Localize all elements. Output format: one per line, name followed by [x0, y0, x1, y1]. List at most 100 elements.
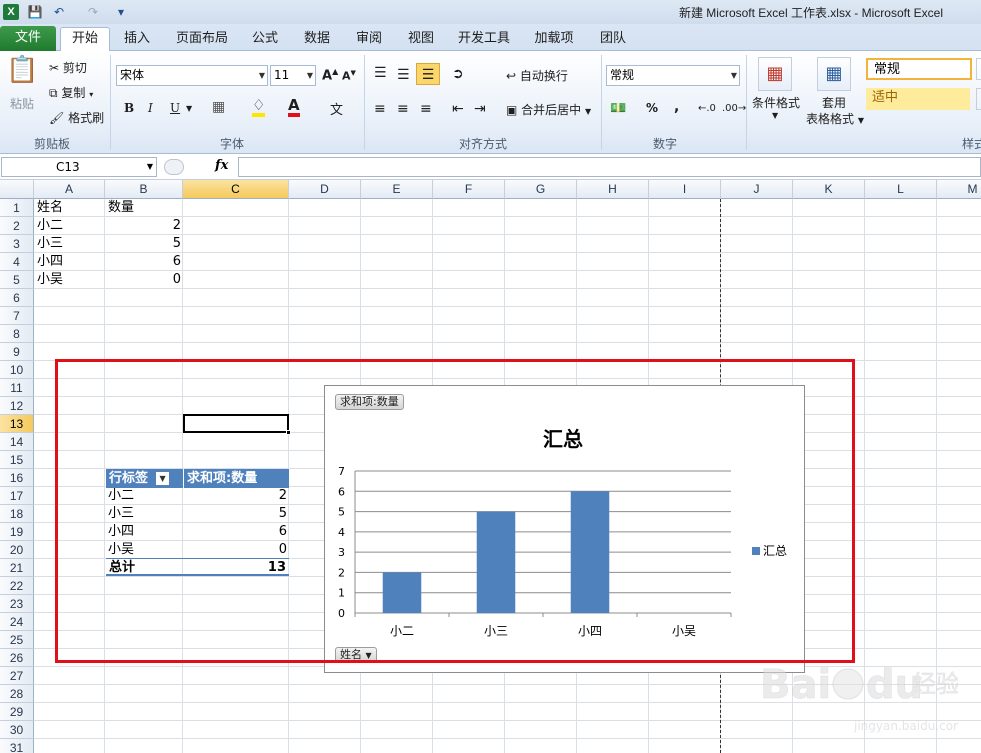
- customize-toolbar-icon[interactable]: ▾: [112, 3, 130, 21]
- undo-icon[interactable]: ↶: [50, 3, 68, 21]
- pivot-row-label-header[interactable]: 行标签 ▼: [106, 469, 183, 488]
- align-center-icon[interactable]: ≡: [397, 101, 409, 117]
- font-color-icon[interactable]: A: [288, 97, 300, 117]
- shrink-font-icon[interactable]: A▼: [342, 69, 356, 83]
- column-header[interactable]: M: [937, 180, 981, 199]
- cell-b2[interactable]: 2: [108, 217, 181, 235]
- style-more-button[interactable]: [976, 58, 981, 80]
- cell-a4[interactable]: 小四: [37, 253, 63, 271]
- grow-font-icon[interactable]: A▲: [322, 67, 338, 83]
- style-normal[interactable]: 常规: [866, 58, 972, 80]
- worksheet-grid[interactable]: A B C D E F G H I J K L M 1 2 3 4 5 6 7 8 9 10 11 1…: [0, 180, 981, 753]
- pivot-row-label-cell[interactable]: 小三: [108, 505, 134, 523]
- row-header[interactable]: 4: [0, 253, 34, 271]
- row-header[interactable]: 19: [0, 523, 34, 541]
- fill-color-icon[interactable]: ♢: [252, 97, 266, 117]
- row-header[interactable]: 8: [0, 325, 34, 343]
- cell-b5[interactable]: 0: [108, 271, 181, 289]
- paste-button[interactable]: 粘贴: [10, 95, 34, 112]
- bold-button[interactable]: B: [124, 101, 134, 115]
- column-header[interactable]: L: [865, 180, 937, 199]
- number-format-combo[interactable]: 常规 ▼: [606, 65, 740, 86]
- cut-button[interactable]: ✂ 剪切: [49, 59, 87, 76]
- pivot-total-row[interactable]: 总计 13: [106, 558, 289, 576]
- row-header[interactable]: 16: [0, 469, 34, 487]
- increase-decimal-icon[interactable]: ←.0: [698, 103, 716, 114]
- tab-page-layout[interactable]: 页面布局: [172, 28, 232, 51]
- wrap-text-button[interactable]: ↩ 自动换行: [506, 67, 568, 84]
- column-header[interactable]: F: [433, 180, 505, 199]
- column-header[interactable]: B: [105, 180, 183, 199]
- column-header[interactable]: K: [793, 180, 865, 199]
- row-header[interactable]: 15: [0, 451, 34, 469]
- row-header[interactable]: 28: [0, 685, 34, 703]
- row-header[interactable]: 31: [0, 739, 34, 753]
- row-header[interactable]: 1: [0, 199, 34, 217]
- row-header[interactable]: 7: [0, 307, 34, 325]
- save-icon[interactable]: 💾: [26, 3, 44, 21]
- copy-button[interactable]: ⧉ 复制 ▾: [49, 84, 93, 101]
- pivot-chart[interactable]: 求和项:数量 姓名 ▼ 汇总 0 1 2 3 4 5 6 7 小二 小三 小四 小吴 汇总: [324, 385, 805, 673]
- style-neutral[interactable]: 适中: [866, 88, 970, 110]
- row-header[interactable]: 20: [0, 541, 34, 559]
- column-header[interactable]: H: [577, 180, 649, 199]
- row-header[interactable]: 11: [0, 379, 34, 397]
- chevron-down-icon[interactable]: ▼: [772, 111, 778, 120]
- row-header[interactable]: 30: [0, 721, 34, 739]
- insert-function-button[interactable]: fx: [215, 158, 228, 173]
- cell-b4[interactable]: 6: [108, 253, 181, 271]
- decrease-decimal-icon[interactable]: .00→: [722, 103, 746, 114]
- paste-icon[interactable]: 📋: [6, 55, 38, 95]
- row-header[interactable]: 23: [0, 595, 34, 613]
- pivot-value-cell[interactable]: 2: [184, 487, 287, 505]
- format-as-table-button[interactable]: 套用: [822, 94, 846, 111]
- column-header[interactable]: A: [34, 180, 105, 199]
- cell-a1[interactable]: 姓名: [37, 199, 63, 217]
- pivot-row-label-cell[interactable]: 小二: [108, 487, 134, 505]
- row-header[interactable]: 13: [0, 415, 34, 433]
- redo-icon[interactable]: ↷: [84, 3, 102, 21]
- row-header[interactable]: 9: [0, 343, 34, 361]
- tab-home[interactable]: 开始: [60, 27, 110, 52]
- tab-developer[interactable]: 开发工具: [452, 28, 516, 51]
- row-header[interactable]: 26: [0, 649, 34, 667]
- row-header[interactable]: 2: [0, 217, 34, 235]
- chevron-down-icon[interactable]: ▼: [186, 104, 192, 113]
- row-header[interactable]: 17: [0, 487, 34, 505]
- row-header[interactable]: 29: [0, 703, 34, 721]
- decrease-indent-icon[interactable]: ⇤: [452, 101, 464, 117]
- column-header[interactable]: E: [361, 180, 433, 199]
- merge-center-button[interactable]: ▣ 合并后居中 ▼: [506, 101, 591, 118]
- cell-a3[interactable]: 小三: [37, 235, 63, 253]
- tab-formulas[interactable]: 公式: [244, 28, 286, 51]
- column-header[interactable]: G: [505, 180, 577, 199]
- italic-button[interactable]: I: [148, 101, 153, 115]
- cell-b1[interactable]: 数量: [108, 199, 134, 217]
- tab-view[interactable]: 视图: [400, 28, 442, 51]
- conditional-format-button[interactable]: 条件格式: [752, 94, 800, 111]
- formula-expand-handle[interactable]: [164, 159, 184, 175]
- row-header[interactable]: 24: [0, 613, 34, 631]
- cell-b3[interactable]: 5: [108, 235, 181, 253]
- cell-a2[interactable]: 小二: [37, 217, 63, 235]
- tab-data[interactable]: 数据: [296, 28, 338, 51]
- name-box[interactable]: C13 ▼: [1, 157, 157, 177]
- format-as-table-label[interactable]: 表格格式 ▼: [806, 110, 864, 127]
- row-header[interactable]: 5: [0, 271, 34, 289]
- pivot-value-cell[interactable]: 5: [184, 505, 287, 523]
- format-as-table-icon[interactable]: ▦: [817, 57, 851, 91]
- percent-button[interactable]: %: [646, 101, 658, 115]
- pivot-row-label-cell[interactable]: 小四: [108, 523, 134, 541]
- pivot-value-cell[interactable]: 6: [184, 523, 287, 541]
- column-header[interactable]: J: [721, 180, 793, 199]
- tab-insert[interactable]: 插入: [116, 28, 158, 51]
- row-header[interactable]: 14: [0, 433, 34, 451]
- format-painter-button[interactable]: 🖌 格式刷: [49, 109, 104, 126]
- row-header[interactable]: 21: [0, 559, 34, 577]
- row-header[interactable]: 6: [0, 289, 34, 307]
- phonetic-icon[interactable]: 文: [330, 99, 343, 118]
- tab-addins[interactable]: 加载项: [528, 28, 580, 51]
- row-header[interactable]: 12: [0, 397, 34, 415]
- row-header[interactable]: 27: [0, 667, 34, 685]
- row-header[interactable]: 25: [0, 631, 34, 649]
